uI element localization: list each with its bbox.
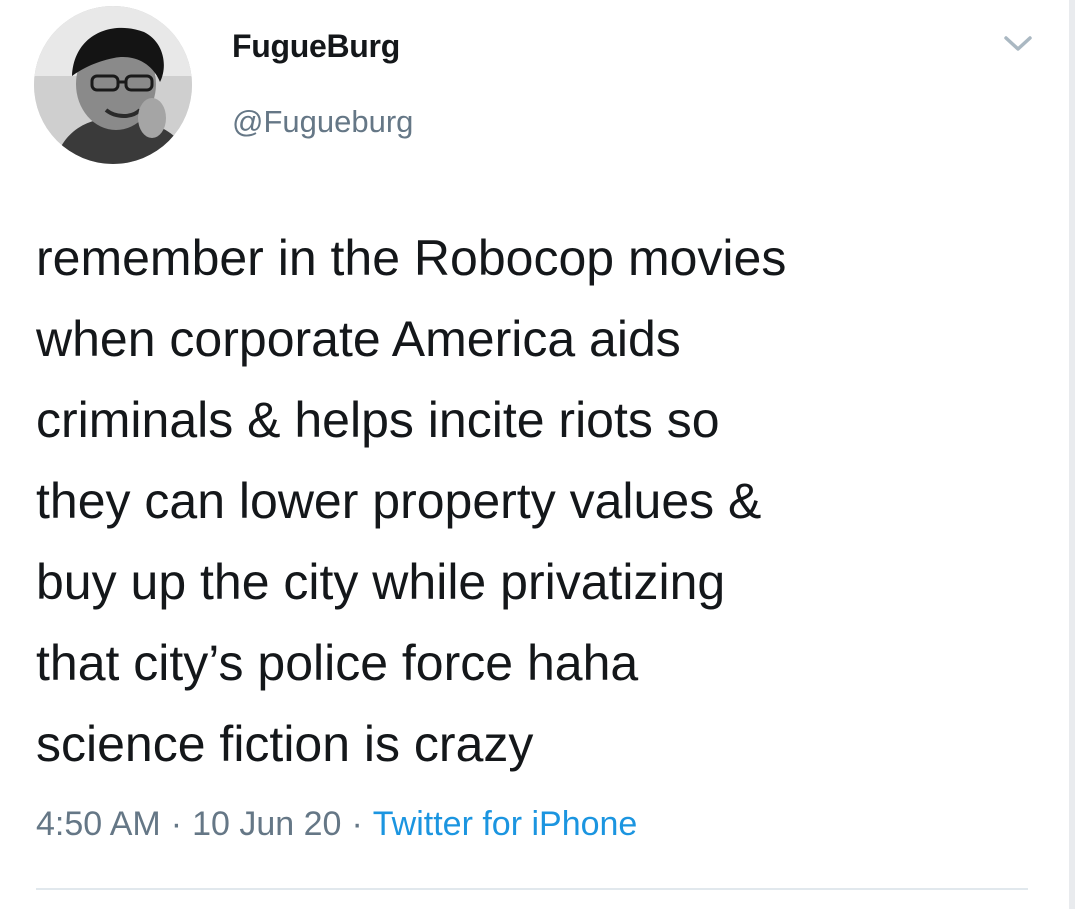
- separator: ·: [170, 805, 183, 843]
- tweet-text: remember in the Robocop movies when corp…: [36, 230, 787, 772]
- tweet-source-link[interactable]: Twitter for iPhone: [373, 805, 638, 843]
- user-handle[interactable]: @Fugueburg: [232, 104, 413, 140]
- tweet-date[interactable]: 10 Jun 20: [192, 805, 341, 843]
- divider: [36, 888, 1028, 890]
- avatar[interactable]: [34, 6, 192, 164]
- card-border: [1069, 0, 1075, 909]
- tweet-metadata: 4:50 AM · 10 Jun 20 · Twitter for iPhone: [36, 805, 637, 844]
- chevron-down-icon[interactable]: [1000, 30, 1036, 56]
- avatar-photo: [34, 6, 192, 164]
- tweet-time[interactable]: 4:50 AM: [36, 805, 161, 843]
- display-name[interactable]: FugueBurg: [232, 28, 400, 65]
- separator: ·: [351, 805, 363, 843]
- tweet-card: FugueBurg @Fugueburg remember in the Rob…: [0, 0, 1075, 909]
